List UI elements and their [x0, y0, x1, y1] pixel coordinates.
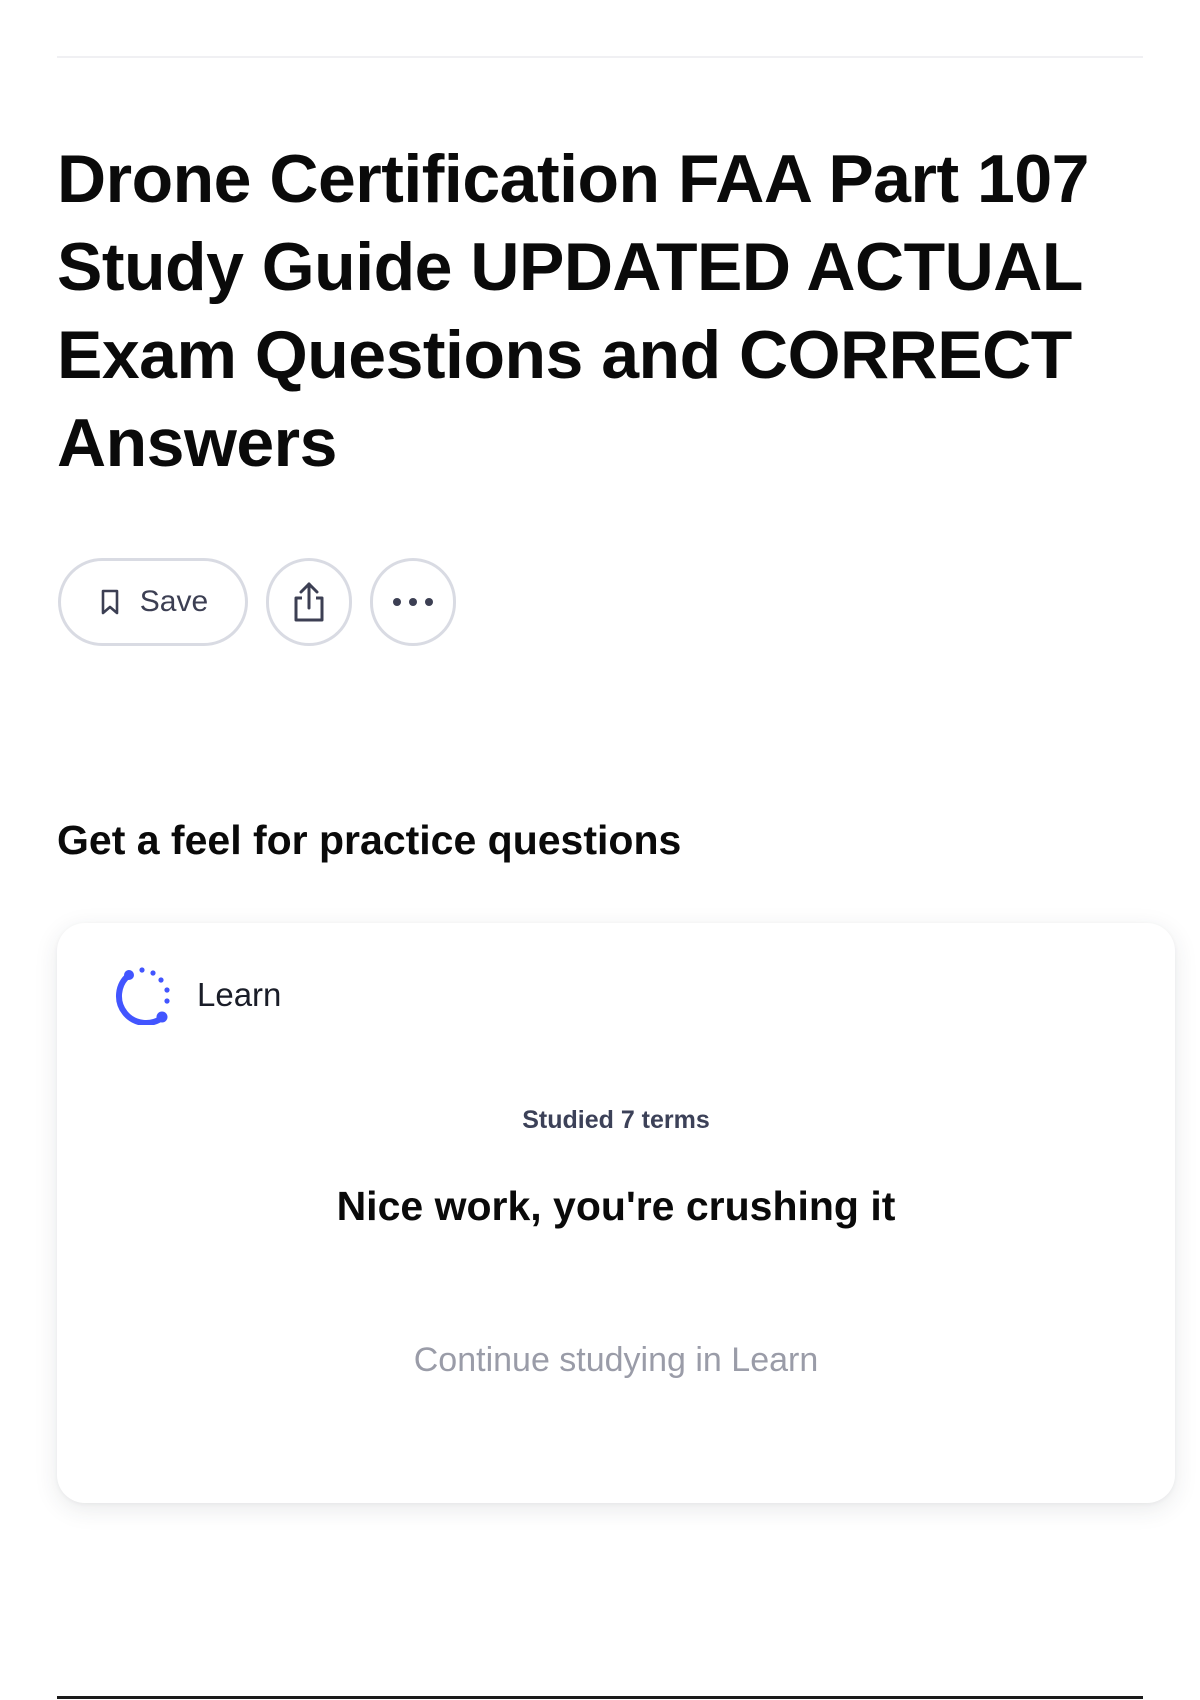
- card-header: Learn: [115, 965, 281, 1025]
- save-button[interactable]: Save: [58, 558, 248, 646]
- learn-progress-icon: [115, 965, 175, 1025]
- section-heading: Get a feel for practice questions: [57, 817, 682, 863]
- bottom-divider: [57, 1696, 1143, 1699]
- share-button[interactable]: [266, 558, 352, 646]
- page-title: Drone Certification FAA Part 107 Study G…: [57, 141, 1089, 481]
- save-button-label: Save: [139, 585, 209, 618]
- progress-message: Nice work, you're crushing it: [336, 1183, 896, 1229]
- bookmark-icon: [98, 588, 122, 616]
- studied-terms-text: Studied 7 terms: [522, 1106, 710, 1134]
- share-icon: [289, 580, 329, 624]
- learn-mode-label: Learn: [197, 976, 282, 1013]
- learn-card[interactable]: Learn Studied 7 terms Nice work, you're …: [57, 923, 1175, 1503]
- more-options-icon: [392, 597, 434, 607]
- top-divider: [57, 56, 1143, 58]
- more-options-button[interactable]: [370, 558, 456, 646]
- continue-learn-link[interactable]: Continue studying in Learn: [57, 1341, 1175, 1380]
- action-bar: Save: [58, 558, 456, 646]
